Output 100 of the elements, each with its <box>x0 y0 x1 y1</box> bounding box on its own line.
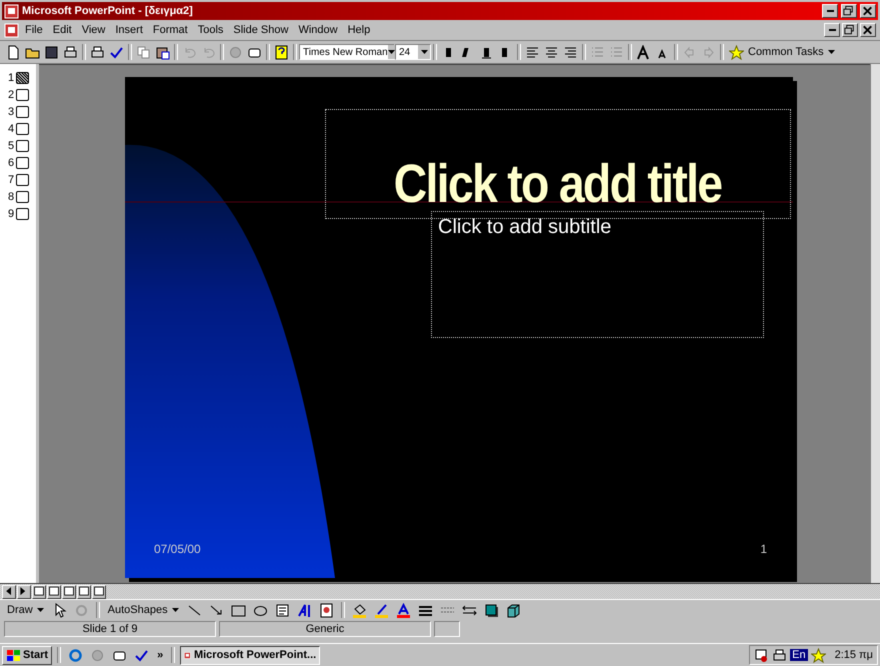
more-button[interactable]: » <box>154 649 166 661</box>
fill-color-button-icon <box>352 602 367 618</box>
subtitle-placeholder[interactable]: Click to add subtitle <box>431 211 764 338</box>
slide-date: 07/05/00 <box>154 542 201 556</box>
dropdown-icon <box>388 50 395 54</box>
save-button-icon <box>44 44 59 60</box>
menu-item[interactable]: File <box>21 24 47 36</box>
menu-item[interactable]: Format <box>148 24 192 36</box>
app-icon <box>4 4 19 18</box>
line-color-button-icon <box>374 602 389 618</box>
restore-button[interactable] <box>842 23 858 37</box>
slide-view-button[interactable] <box>62 584 76 598</box>
slide-icon[interactable] <box>16 140 30 152</box>
slideshow-button[interactable] <box>92 584 106 598</box>
line-button-icon <box>186 602 202 618</box>
start-button[interactable]: Start <box>2 646 52 664</box>
arrow-style-button-icon <box>462 602 477 618</box>
increase-font-button-icon <box>636 44 651 60</box>
status-pane <box>434 620 460 636</box>
tray-icon <box>810 648 826 662</box>
close-button[interactable] <box>860 23 876 37</box>
menu-item[interactable]: Help <box>344 24 374 36</box>
menu-item[interactable]: Tools <box>194 24 228 36</box>
menu-item[interactable]: Edit <box>48 24 76 36</box>
sorter-view-button[interactable] <box>77 584 91 598</box>
rotate-button-icon <box>74 602 89 618</box>
slide-number: 1 <box>8 72 14 84</box>
dropdown-icon <box>36 608 44 612</box>
slide-number: 8 <box>8 190 14 202</box>
paste-button-icon <box>155 44 170 60</box>
star-icon <box>729 44 744 60</box>
slide-number: 3 <box>8 106 14 118</box>
spelling-button-icon <box>109 44 124 60</box>
menu-item[interactable]: Window <box>294 24 342 36</box>
slide-icon[interactable] <box>16 72 30 84</box>
autoshapes-button[interactable]: AutoShapes <box>104 604 182 616</box>
status-pane: Generic <box>219 620 431 636</box>
status-pane: Slide 1 of 9 <box>4 620 216 636</box>
browser-button-icon <box>68 648 84 662</box>
minimize-icon <box>826 9 834 13</box>
restore-button[interactable] <box>841 4 857 18</box>
common-tasks-button[interactable]: Common Tasks <box>726 44 838 60</box>
font-color-button-icon <box>396 602 411 618</box>
slide-number: 4 <box>8 122 14 134</box>
scroll-right-button[interactable] <box>17 584 31 598</box>
new-button-icon <box>6 44 21 60</box>
document-icon <box>4 22 19 38</box>
normal-view-button[interactable] <box>32 584 46 598</box>
windows-icon <box>6 648 21 662</box>
slide-number: 9 <box>8 208 14 220</box>
scroll-left-button[interactable] <box>2 584 16 598</box>
dropdown-icon <box>828 50 835 54</box>
slide-number: 2 <box>8 88 14 100</box>
title-placeholder[interactable]: Click to add title <box>325 109 791 219</box>
taskbar-button[interactable]: Microsoft PowerPoint... <box>180 646 320 664</box>
font-field[interactable]: Times New Roman <box>299 44 395 60</box>
slide-icon[interactable] <box>16 190 30 202</box>
bullets-button-icon <box>609 44 624 60</box>
slide-icon[interactable] <box>16 88 30 100</box>
3d-button-icon <box>506 602 521 618</box>
slide-number: 6 <box>8 156 14 168</box>
slide-icon[interactable] <box>16 174 30 186</box>
align-right-button-icon <box>563 44 578 60</box>
shadow-style-button-icon <box>484 602 499 618</box>
center-button-icon <box>544 44 559 60</box>
close-button[interactable] <box>860 4 876 18</box>
slide-icon[interactable] <box>16 106 30 118</box>
language-indicator[interactable]: En <box>790 649 808 661</box>
outline-view-button[interactable] <box>47 584 61 598</box>
minimize-icon <box>828 28 836 32</box>
printer-icon <box>772 648 788 662</box>
scheduler-icon <box>754 648 770 662</box>
menu-item[interactable]: Insert <box>111 24 147 36</box>
text-box-button-icon <box>274 602 290 618</box>
window-title: Microsoft PowerPoint - [δειγμα2] <box>22 5 194 17</box>
clock: 2:15 πμ <box>834 649 873 661</box>
align-left-button-icon <box>525 44 540 60</box>
font-size-field[interactable]: 24 <box>395 44 431 60</box>
menu-item[interactable]: View <box>78 24 110 36</box>
slide-number: 5 <box>8 140 14 152</box>
minimize-button[interactable] <box>822 4 838 18</box>
menu-item[interactable]: Slide Show <box>229 24 292 36</box>
copy-button-icon <box>136 44 151 60</box>
draw-menu-button[interactable]: Draw <box>4 604 47 616</box>
numbering-button-icon <box>590 44 605 60</box>
wordart-button-icon <box>296 602 312 618</box>
arrow-button-icon <box>208 602 224 618</box>
slide-number: 7 <box>8 174 14 186</box>
slide-icon[interactable] <box>16 122 30 134</box>
slide-icon[interactable] <box>16 156 30 168</box>
print-button-icon <box>90 44 105 60</box>
clip-art-button-icon <box>318 602 334 618</box>
dropdown-icon <box>420 50 428 54</box>
rectangle-button-icon <box>230 602 246 618</box>
vertical-scrollbar[interactable] <box>870 64 880 583</box>
help-button-icon <box>274 44 289 60</box>
slide-number: 1 <box>760 542 767 556</box>
slide-icon[interactable] <box>16 208 30 220</box>
minimize-button[interactable] <box>824 23 840 37</box>
dropdown-icon <box>172 608 179 612</box>
